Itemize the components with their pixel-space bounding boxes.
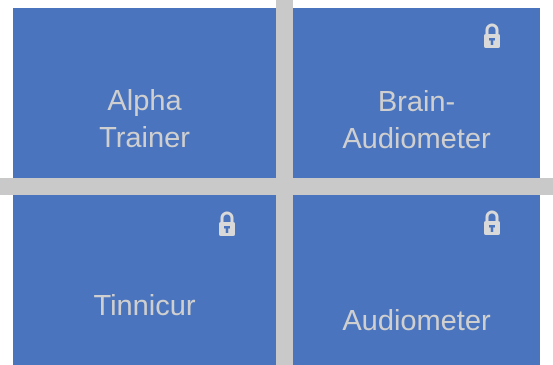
lock-icon	[483, 23, 501, 49]
tile-brain-audiometer-line1: Brain-	[377, 86, 456, 118]
tile-alpha-trainer[interactable]: Alpha Trainer	[13, 8, 276, 178]
tile-tinnicur-label: Tinnicur	[93, 290, 196, 322]
tile-alpha-trainer-line2: Trainer	[99, 122, 190, 154]
lock-icon	[483, 210, 501, 236]
tile-brain-audiometer-line2: Audiometer	[342, 123, 491, 155]
tile-tinnicur[interactable]: Tinnicur	[13, 195, 276, 365]
horizontal-divider	[0, 178, 553, 195]
tile-brain-audiometer[interactable]: Brain- Audiometer	[293, 8, 540, 178]
tile-audiometer[interactable]: Audiometer	[293, 195, 540, 365]
app-grid: Alpha Trainer Brain- Audiometer Tinnicur	[0, 0, 553, 365]
tile-alpha-trainer-line1: Alpha	[107, 85, 182, 117]
lock-icon	[218, 211, 236, 237]
tile-audiometer-label: Audiometer	[342, 305, 491, 337]
